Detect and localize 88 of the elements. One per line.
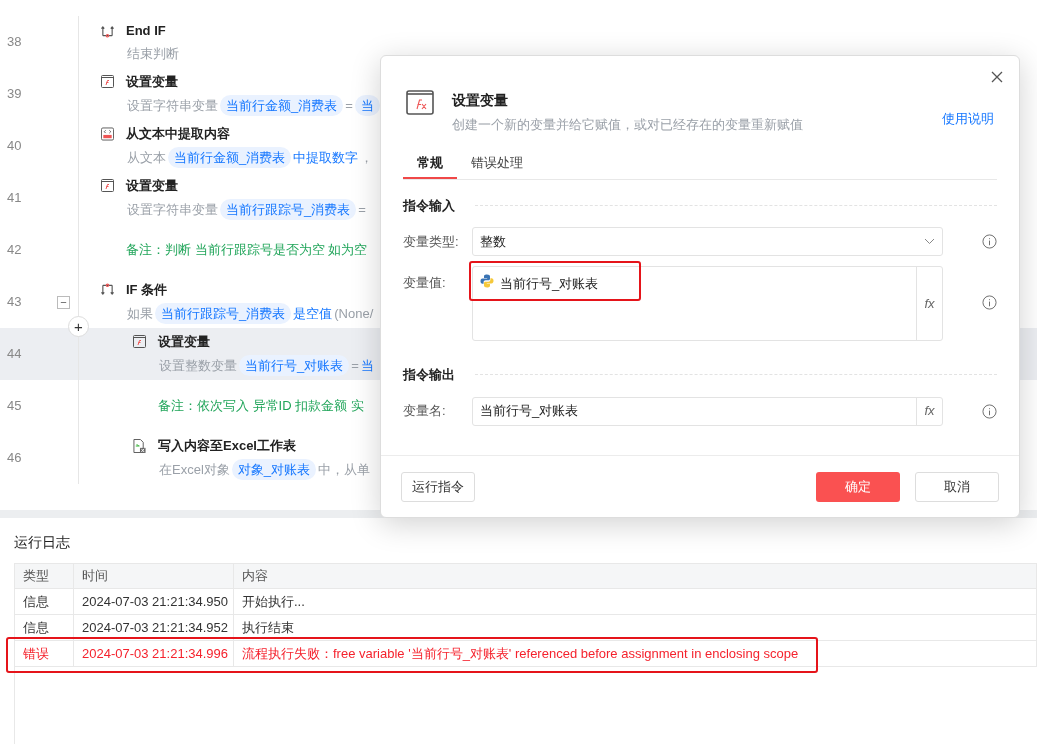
info-icon[interactable] bbox=[982, 403, 997, 419]
variable-chip: 当前行号_对账表 bbox=[239, 354, 350, 376]
text-extract-icon bbox=[101, 126, 114, 141]
description-text: 中，从单 bbox=[317, 460, 372, 479]
description-text: 结束判断 bbox=[126, 44, 180, 63]
type-select[interactable]: 整数 bbox=[472, 227, 943, 256]
line-number: 41 bbox=[7, 189, 22, 208]
line-number: 39 bbox=[7, 85, 22, 104]
log-cell: 信息 bbox=[15, 589, 74, 614]
run-button[interactable]: 运行指令 bbox=[401, 471, 475, 502]
description-text: 设置字符串变量 bbox=[126, 200, 219, 219]
function-window-icon bbox=[406, 90, 434, 115]
log-cell: 错误 bbox=[15, 641, 74, 666]
dialog-title: 设置变量 bbox=[452, 91, 509, 110]
line-number: 46 bbox=[7, 449, 22, 468]
line-number: 42 bbox=[7, 241, 22, 260]
description-text: ， bbox=[359, 148, 375, 167]
line-number: 40 bbox=[7, 137, 22, 156]
info-icon[interactable] bbox=[982, 295, 997, 310]
line-number: 43 bbox=[7, 293, 22, 312]
log-cell: 2024-07-03 21:21:34.952 bbox=[74, 615, 234, 640]
log-title: 运行日志 bbox=[14, 533, 71, 552]
step-title: 写入内容至Excel工作表 bbox=[158, 437, 296, 455]
variable-token: 当前行号_对账表 bbox=[500, 275, 599, 293]
step-title: 设置变量 bbox=[126, 177, 178, 195]
line-number: 44 bbox=[7, 345, 22, 364]
line-number: 38 bbox=[7, 33, 22, 52]
tab[interactable]: 错误处理 bbox=[457, 148, 537, 179]
description-text: = bbox=[350, 356, 360, 375]
description-text: = bbox=[357, 200, 367, 219]
line-number: 45 bbox=[7, 397, 22, 416]
collapse-button[interactable]: − bbox=[57, 295, 70, 309]
log-cell: 信息 bbox=[15, 615, 74, 640]
description-keyword: 是空值 bbox=[292, 304, 334, 323]
end-if-icon bbox=[101, 23, 114, 38]
log-cell: 开始执行... bbox=[234, 589, 1037, 614]
log-cell: 执行结束 bbox=[234, 615, 1037, 640]
comment-text: 备注：判断 当前行跟踪号是否为空 如为空 bbox=[126, 241, 368, 260]
field-value: 当前行号_对账表 bbox=[479, 402, 580, 421]
field-label: 变量名: bbox=[403, 402, 447, 421]
variable-chip: 当 bbox=[354, 94, 380, 116]
step-title: End IF bbox=[126, 22, 166, 40]
step-title: IF 条件 bbox=[126, 281, 168, 299]
variable-chip: 当前行金额_消费表 bbox=[168, 146, 292, 168]
description-text: 在Excel对象 bbox=[158, 460, 231, 479]
log-cell: 流程执行失败：free variable '当前行号_对账表' referenced before assignment in enclosing scope bbox=[234, 641, 1037, 666]
excel-file-icon bbox=[133, 437, 146, 454]
description-text: 从文本 bbox=[126, 148, 167, 167]
formula-button[interactable]: fx bbox=[916, 397, 942, 425]
python-icon bbox=[480, 274, 494, 288]
variable-chip: 当前行跟踪号_消费表 bbox=[220, 198, 357, 220]
step-title: 设置变量 bbox=[158, 333, 210, 351]
cancel-button[interactable]: 取消 bbox=[915, 471, 999, 502]
help-link[interactable]: 使用说明 bbox=[942, 109, 994, 129]
description-text: 设置字符串变量 bbox=[126, 96, 219, 115]
field-label: 变量类型: bbox=[403, 232, 460, 251]
chevron-down-icon bbox=[924, 238, 935, 245]
close-button[interactable] bbox=[989, 69, 1005, 85]
comment-text: 备注：依次写入 异常ID 扣款金额 实 bbox=[158, 397, 364, 416]
section-title: 指令输入 bbox=[403, 196, 455, 215]
section-title: 指令输出 bbox=[403, 366, 455, 384]
function-window-icon bbox=[101, 179, 114, 193]
variable-chip: 对象_对账表 bbox=[231, 458, 317, 480]
column-header: 时间 bbox=[74, 564, 234, 588]
column-header: 类型 bbox=[15, 564, 74, 588]
name-field[interactable]: 当前行号_对账表 fx bbox=[472, 396, 943, 426]
variable-chip: 当前行金额_消费表 bbox=[220, 94, 344, 116]
log-cell: 2024-07-03 21:21:34.996 bbox=[74, 641, 234, 666]
column-header: 内容 bbox=[234, 564, 1037, 588]
formula-button[interactable]: fx bbox=[916, 267, 942, 340]
step-title: 设置变量 bbox=[126, 73, 178, 91]
description-text: (None/ bbox=[333, 304, 375, 323]
function-window-icon bbox=[101, 75, 114, 89]
select-value: 整数 bbox=[480, 232, 507, 251]
description-keyword: 中提取数字 bbox=[292, 148, 360, 167]
description-text: 如果 bbox=[126, 304, 154, 323]
tab[interactable]: 常规 bbox=[403, 148, 457, 179]
close-icon bbox=[991, 71, 1003, 83]
description-text: = bbox=[344, 96, 354, 115]
log-cell: 2024-07-03 21:21:34.950 bbox=[74, 589, 234, 614]
field-label: 变量值: bbox=[403, 274, 447, 292]
info-icon[interactable] bbox=[982, 234, 997, 249]
step-title: 从文本中提取内容 bbox=[126, 125, 230, 143]
description-keyword: 当 bbox=[359, 356, 375, 375]
variable-chip: 当前行跟踪号_消费表 bbox=[155, 302, 292, 324]
function-window-icon bbox=[133, 335, 146, 349]
if-icon bbox=[101, 282, 114, 297]
description-text: 设置整数变量 bbox=[158, 356, 238, 375]
